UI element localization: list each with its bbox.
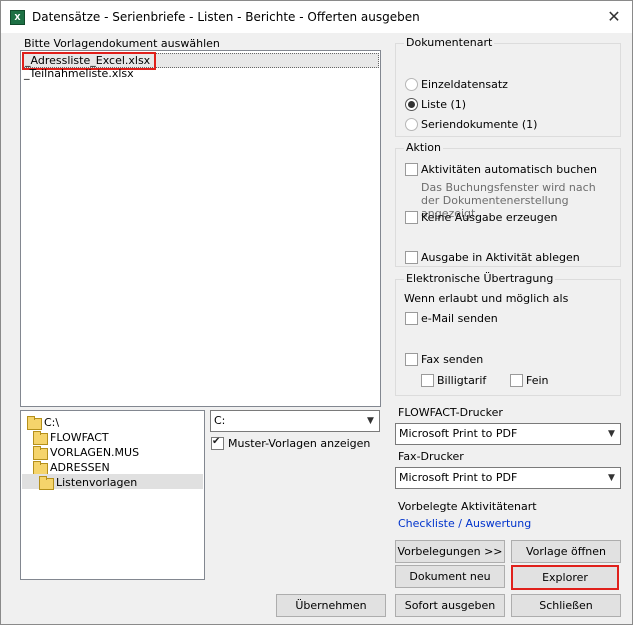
open-folder-icon (39, 476, 54, 490)
chevron-down-icon: ▼ (367, 416, 374, 426)
radio-list-label: Liste (1) (421, 98, 467, 111)
activity-type-link[interactable]: Checkliste / Auswertung (398, 517, 531, 530)
electronic-transfer-label: Elektronische Übertragung (404, 272, 556, 285)
folder-tree[interactable]: C:\ FLOWFACT VORLAGEN.MUS ADRESSEN Liste… (20, 410, 205, 580)
cheap-rate-checkbox[interactable] (421, 374, 434, 387)
folder-icon (27, 416, 42, 430)
chevron-down-icon: ▼ (608, 429, 615, 439)
email-checkbox[interactable] (405, 312, 418, 325)
store-activity-label: Ausgabe in Aktivität ablegen (421, 251, 580, 264)
folder-icon (33, 431, 48, 445)
template-file-item[interactable]: _Teilnahmeliste.xlsx (24, 67, 134, 80)
tree-item-flowfact[interactable]: FLOWFACT (33, 430, 198, 445)
tree-item-listenvorlagen[interactable]: Listenvorlagen (22, 474, 203, 490)
tree-item-label: FLOWFACT (50, 431, 109, 444)
drive-value: C: (214, 414, 226, 427)
fax-printer-label: Fax-Drucker (398, 450, 464, 463)
flowfact-printer-select[interactable]: Microsoft Print to PDF ▼ (395, 423, 621, 445)
excel-app-icon: X (10, 10, 25, 25)
dialog-window: X Datensätze - Serienbriefe - Listen - B… (0, 0, 633, 625)
cheap-rate-label: Billigtarif (437, 374, 487, 387)
radio-serial-documents[interactable] (405, 118, 418, 131)
tree-item-vorlagen[interactable]: VORLAGEN.MUS (33, 445, 198, 460)
tree-item-label: VORLAGEN.MUS (50, 446, 140, 459)
store-activity-checkbox[interactable] (405, 251, 418, 264)
fax-label: Fax senden (421, 353, 484, 366)
email-label: e-Mail senden (421, 312, 498, 325)
radio-list[interactable] (405, 98, 418, 111)
tree-item-drive[interactable]: C:\ (27, 415, 197, 430)
show-templates-checkbox[interactable]: ✔ (211, 436, 224, 450)
defaults-button[interactable]: Vorbelegungen >> (395, 540, 505, 563)
flowfact-printer-label: FLOWFACT-Drucker (398, 406, 503, 419)
action-label: Aktion (404, 141, 443, 154)
tree-item-label: Listenvorlagen (56, 476, 138, 489)
radio-single-record[interactable] (405, 78, 418, 91)
open-template-button[interactable]: Vorlage öffnen (511, 540, 621, 563)
auto-book-checkbox[interactable] (405, 163, 418, 176)
folder-icon (33, 446, 48, 460)
electronic-note: Wenn erlaubt und möglich als (404, 292, 569, 305)
apply-button[interactable]: Übernehmen (276, 594, 386, 617)
explorer-button[interactable]: Explorer (511, 565, 619, 590)
new-document-button[interactable]: Dokument neu (395, 565, 505, 588)
flowfact-printer-value: Microsoft Print to PDF (399, 427, 518, 440)
tree-item-label: ADRESSEN (50, 461, 110, 474)
template-list-label: Bitte Vorlagendokument auswählen (24, 37, 220, 50)
radio-single-record-label: Einzeldatensatz (421, 78, 508, 91)
no-output-label: Keine Ausgabe erzeugen (421, 211, 558, 224)
drive-select[interactable]: C: ▼ (210, 410, 380, 432)
activity-type-label: Vorbelegte Aktivitätenart (398, 500, 537, 513)
fax-printer-value: Microsoft Print to PDF (399, 471, 518, 484)
output-now-button[interactable]: Sofort ausgeben (395, 594, 505, 617)
close-button[interactable]: Schließen (511, 594, 621, 617)
tree-item-label: C:\ (44, 416, 60, 429)
check-icon: ✔ (212, 436, 221, 447)
show-templates-label: Muster-Vorlagen anzeigen (228, 437, 371, 450)
document-type-label: Dokumentenart (404, 36, 495, 49)
fax-checkbox[interactable] (405, 353, 418, 366)
fine-label: Fein (526, 374, 549, 387)
close-icon[interactable]: ✕ (604, 7, 624, 27)
auto-book-label: Aktivitäten automatisch buchen (421, 163, 597, 176)
title-bar: X Datensätze - Serienbriefe - Listen - B… (1, 1, 632, 33)
fax-printer-select[interactable]: Microsoft Print to PDF ▼ (395, 467, 621, 489)
tree-item-adressen[interactable]: ADRESSEN (33, 460, 198, 475)
template-file-name: _Teilnahmeliste.xlsx (24, 67, 134, 80)
radio-serial-documents-label: Seriendokumente (1) (421, 118, 538, 131)
fine-checkbox[interactable] (510, 374, 523, 387)
template-file-list[interactable]: _Adressliste_Excel.xlsx _Teilnahmeliste.… (20, 50, 381, 407)
no-output-checkbox[interactable] (405, 211, 418, 224)
window-title: Datensätze - Serienbriefe - Listen - Ber… (32, 10, 420, 24)
chevron-down-icon: ▼ (608, 473, 615, 483)
